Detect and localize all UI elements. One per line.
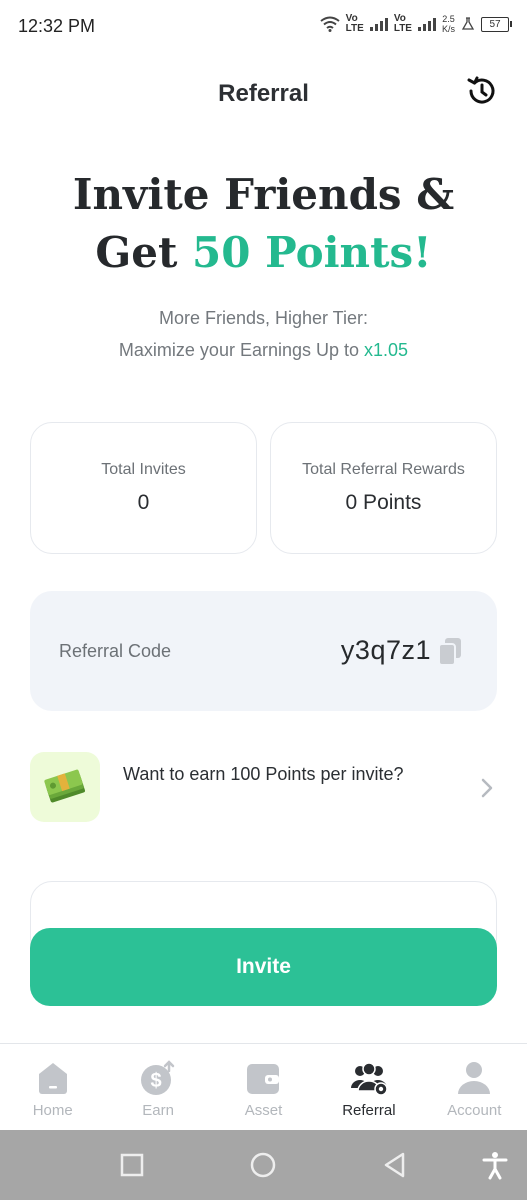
page-title: Referral bbox=[218, 80, 309, 107]
network-speed: 2.5 K/s bbox=[441, 14, 455, 34]
multiplier: x1.05 bbox=[364, 340, 409, 360]
total-invites-label: Total Invites bbox=[101, 461, 186, 478]
hero-title: Invite Friends & Get 50 Points! bbox=[72, 170, 455, 277]
total-invites-value: 0 bbox=[137, 491, 150, 514]
bottom-nav: Home $ Earn Asset Referral Account bbox=[0, 1043, 527, 1131]
nav-earn[interactable]: $ Earn bbox=[105, 1044, 210, 1131]
signal-icon-2 bbox=[417, 17, 436, 31]
status-icons: Vo LTE Vo LTE 2.5 K/s 57 bbox=[320, 13, 512, 34]
referral-icon bbox=[350, 1062, 388, 1096]
battery-icon: 57 bbox=[481, 16, 512, 32]
earn-more-row[interactable]: Want to earn 100 Points per invite? bbox=[30, 752, 497, 824]
network-1: Vo LTE bbox=[345, 13, 364, 34]
signal-icon bbox=[369, 17, 388, 31]
network-2: Vo LTE bbox=[393, 13, 412, 34]
account-icon bbox=[458, 1062, 491, 1094]
nav-asset[interactable]: Asset bbox=[211, 1044, 316, 1131]
copy-icon[interactable] bbox=[437, 637, 463, 667]
history-icon[interactable] bbox=[465, 74, 499, 108]
money-icon bbox=[30, 752, 100, 822]
wallet-icon bbox=[247, 1064, 280, 1094]
recents-icon[interactable] bbox=[117, 1150, 147, 1180]
total-invites-card: Total Invites 0 bbox=[30, 422, 257, 554]
status-time: 12:32 PM bbox=[18, 16, 96, 36]
nav-home[interactable]: Home bbox=[0, 1044, 105, 1131]
flask-icon bbox=[461, 17, 475, 30]
hero-subtitle: More Friends, Higher Tier: Maximize your… bbox=[118, 308, 409, 360]
system-nav-bar bbox=[0, 1130, 527, 1200]
accessibility-icon[interactable] bbox=[480, 1150, 510, 1180]
referral-code-value: y3q7z1 bbox=[340, 635, 431, 665]
nav-referral[interactable]: Referral bbox=[316, 1044, 421, 1131]
invite-button[interactable]: Invite bbox=[30, 928, 497, 1006]
back-icon[interactable] bbox=[380, 1150, 410, 1180]
wifi-icon bbox=[320, 16, 340, 32]
referral-code-label: Referral Code bbox=[59, 641, 172, 661]
chevron-right-icon bbox=[481, 778, 493, 798]
total-rewards-label: Total Referral Rewards bbox=[302, 461, 465, 478]
home-circle-icon[interactable] bbox=[248, 1150, 278, 1180]
earn-icon: $ bbox=[141, 1060, 175, 1095]
referral-code-card: Referral Code y3q7z1 bbox=[30, 591, 497, 711]
earn-more-text: Want to earn 100 Points per invite? bbox=[123, 764, 404, 784]
total-rewards-card: Total Referral Rewards 0 Points bbox=[270, 422, 497, 554]
nav-account[interactable]: Account bbox=[422, 1044, 527, 1131]
status-bar: 12:32 PM Vo LTE Vo LTE 2.5 K/s 57 bbox=[0, 0, 527, 54]
svg-text:$: $ bbox=[151, 1070, 162, 1092]
points-highlight: 50 Points! bbox=[192, 228, 432, 277]
app-header: Referral bbox=[0, 60, 527, 130]
home-icon bbox=[38, 1063, 67, 1094]
total-rewards-value: 0 Points bbox=[345, 491, 422, 514]
